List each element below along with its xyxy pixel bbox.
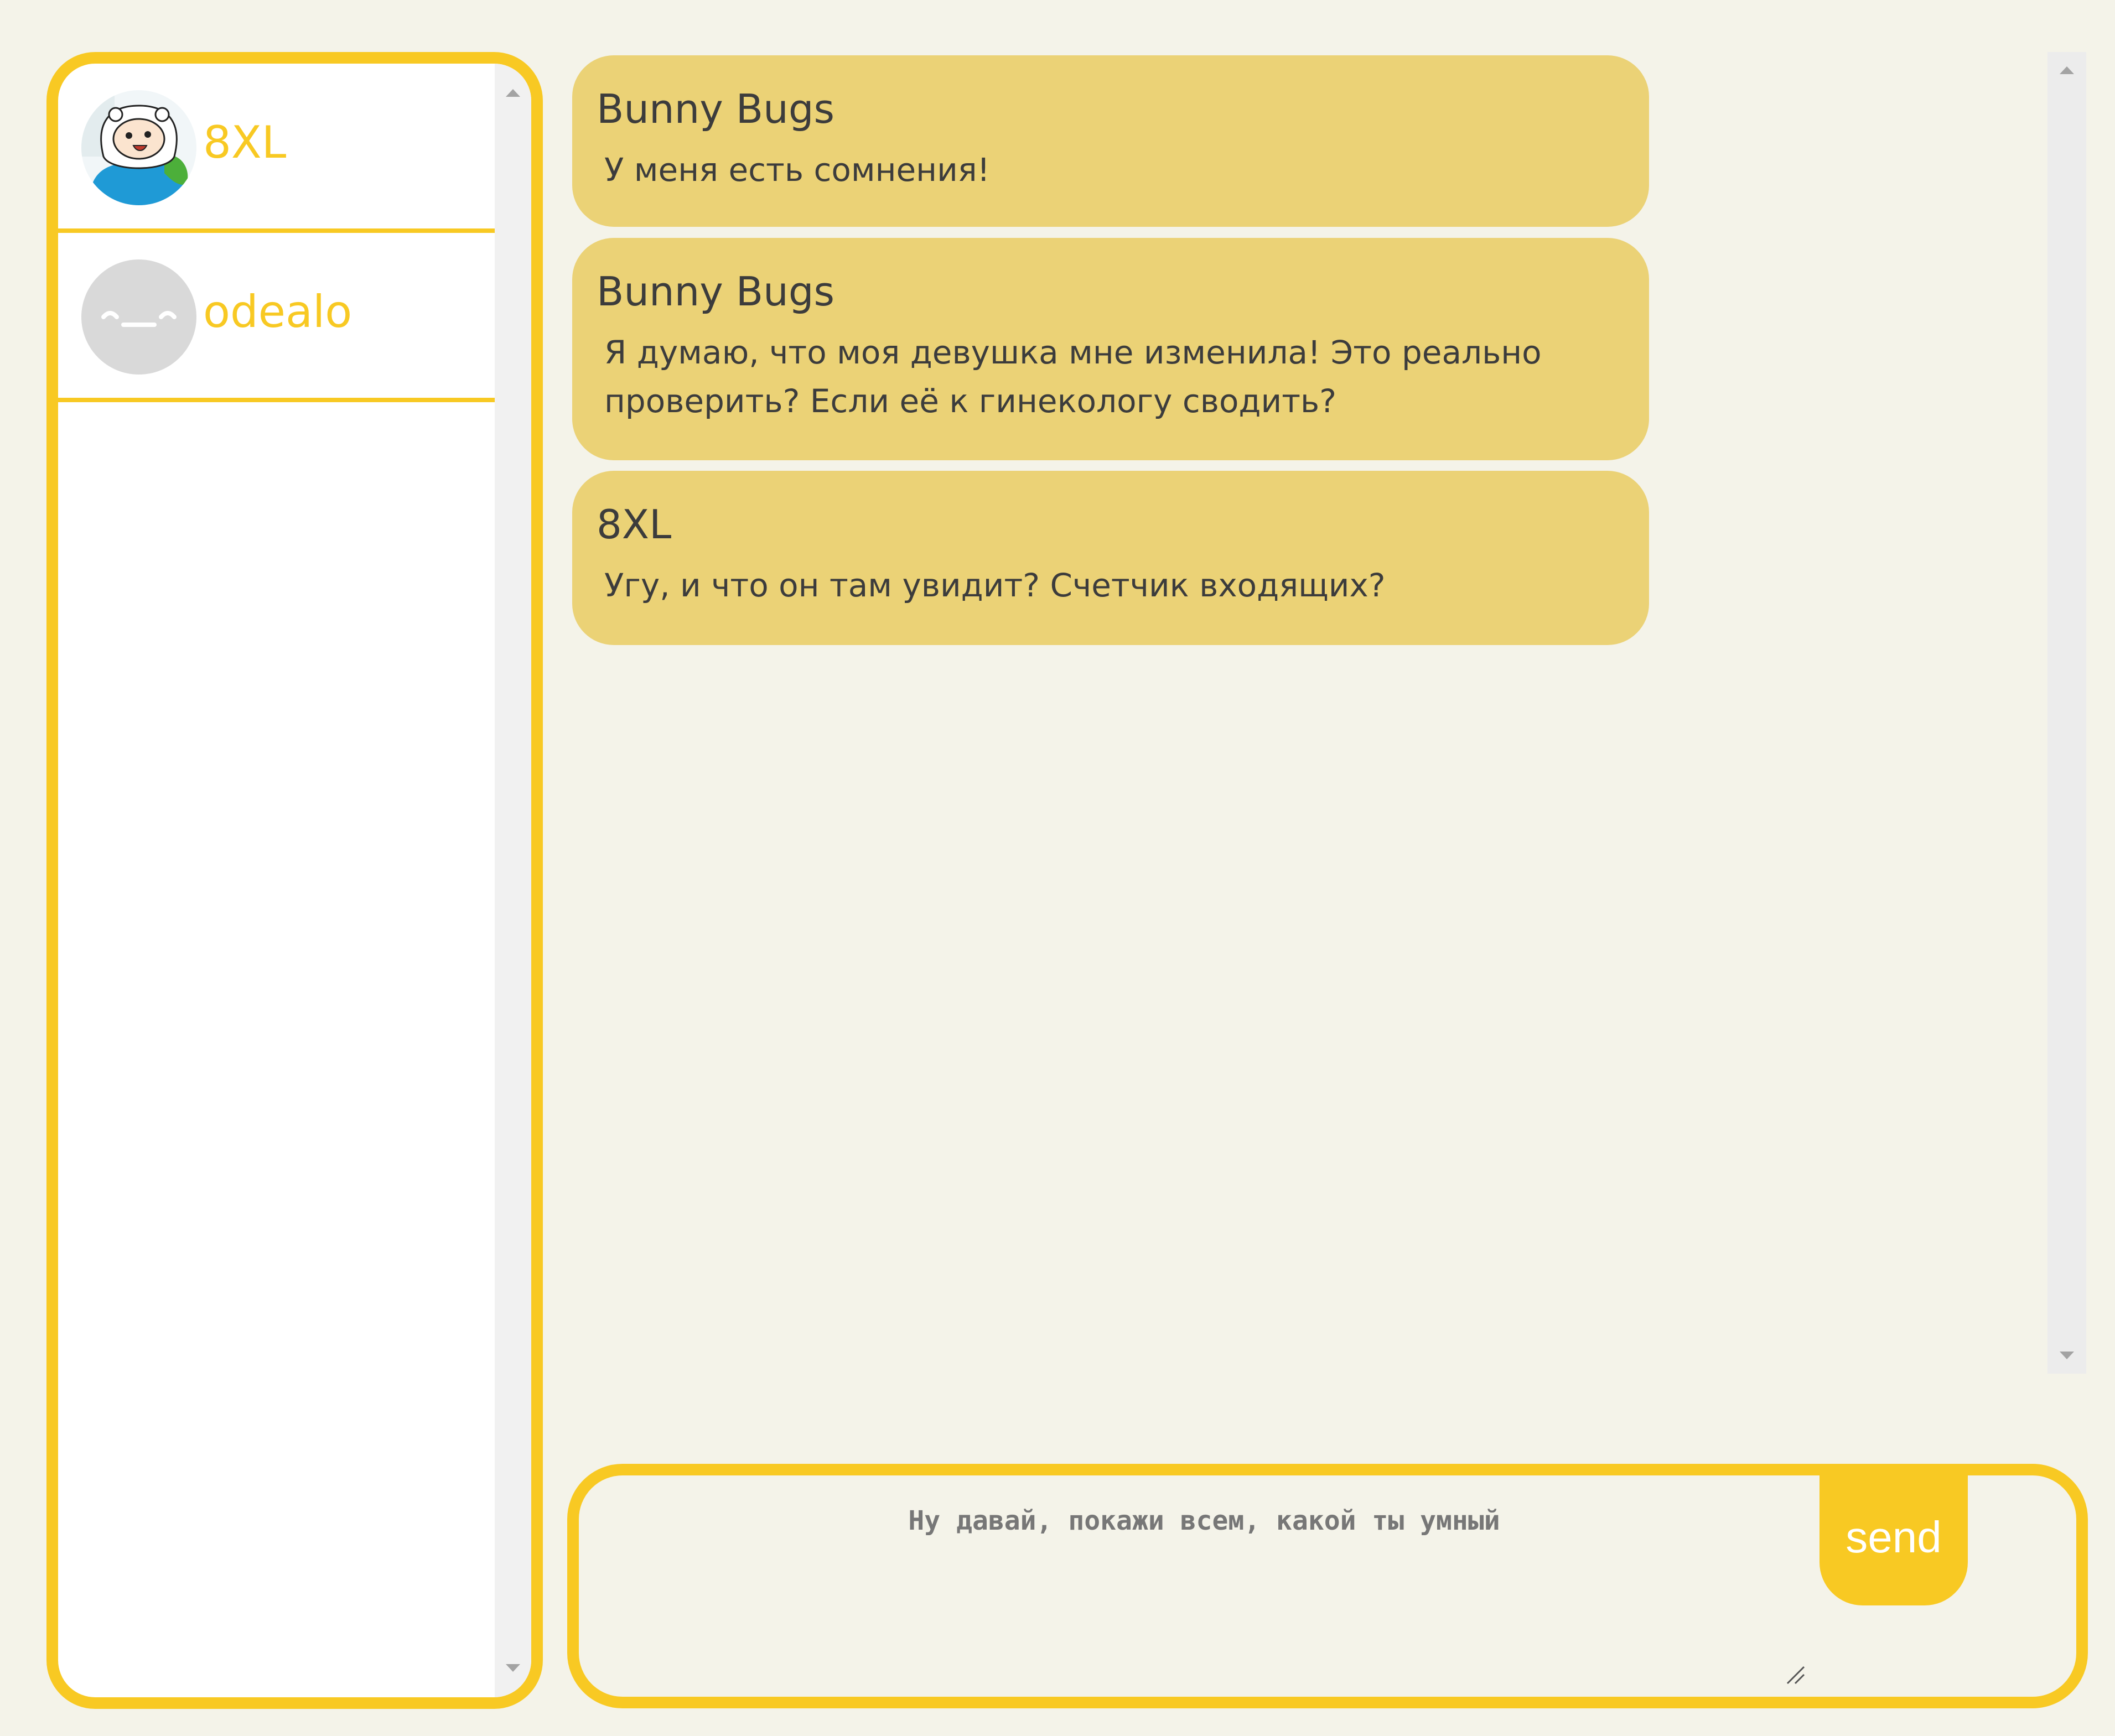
- contact-name: 8XL: [203, 117, 287, 168]
- message-composer: send: [567, 1464, 2088, 1708]
- message-text: Я думаю, что моя девушка мне изменила! Э…: [604, 333, 1542, 420]
- contact-list: 8XL odealo: [58, 64, 495, 1697]
- adventure-time-finn-avatar-icon: [81, 90, 196, 205]
- scroll-down-arrow-icon[interactable]: [506, 1664, 520, 1672]
- message-author: 8XL: [597, 501, 672, 548]
- message-author: Bunny Bugs: [597, 268, 835, 315]
- message-author: Bunny Bugs: [597, 86, 835, 132]
- message-bubble: Bunny Bugs Я думаю, что моя девушка мне …: [572, 238, 1649, 460]
- message-text: Угу, и что он там увидит? Счетчик входящ…: [604, 566, 1386, 604]
- sidebar-scrollbar[interactable]: [495, 64, 531, 1697]
- messages-scrollbar[interactable]: [2047, 52, 2086, 1374]
- message-bubble: Bunny Bugs У меня есть сомнения!: [572, 55, 1649, 227]
- resize-handle-icon[interactable]: [1784, 1664, 1806, 1686]
- sleepy-face-avatar-icon: [101, 311, 177, 327]
- avatar: [81, 90, 196, 205]
- contact-name: odealo: [203, 286, 352, 337]
- scroll-down-arrow-icon[interactable]: [2060, 1352, 2074, 1359]
- contact-item-odealo[interactable]: odealo: [58, 233, 495, 402]
- avatar: [81, 259, 196, 375]
- message-text: У меня есть сомнения!: [604, 150, 990, 189]
- contacts-sidebar: 8XL odealo: [46, 52, 543, 1709]
- send-button[interactable]: send: [1819, 1475, 1968, 1605]
- chat-app: 8XL odealo Bunny Bugs У меня есть сомнен…: [0, 0, 2115, 1736]
- message-input[interactable]: [595, 1492, 1813, 1675]
- scroll-up-arrow-icon[interactable]: [2060, 66, 2074, 74]
- scroll-up-arrow-icon[interactable]: [506, 89, 520, 97]
- message-bubble: 8XL Угу, и что он там увидит? Счетчик вх…: [572, 471, 1649, 645]
- contact-item-8xl[interactable]: 8XL: [58, 64, 495, 233]
